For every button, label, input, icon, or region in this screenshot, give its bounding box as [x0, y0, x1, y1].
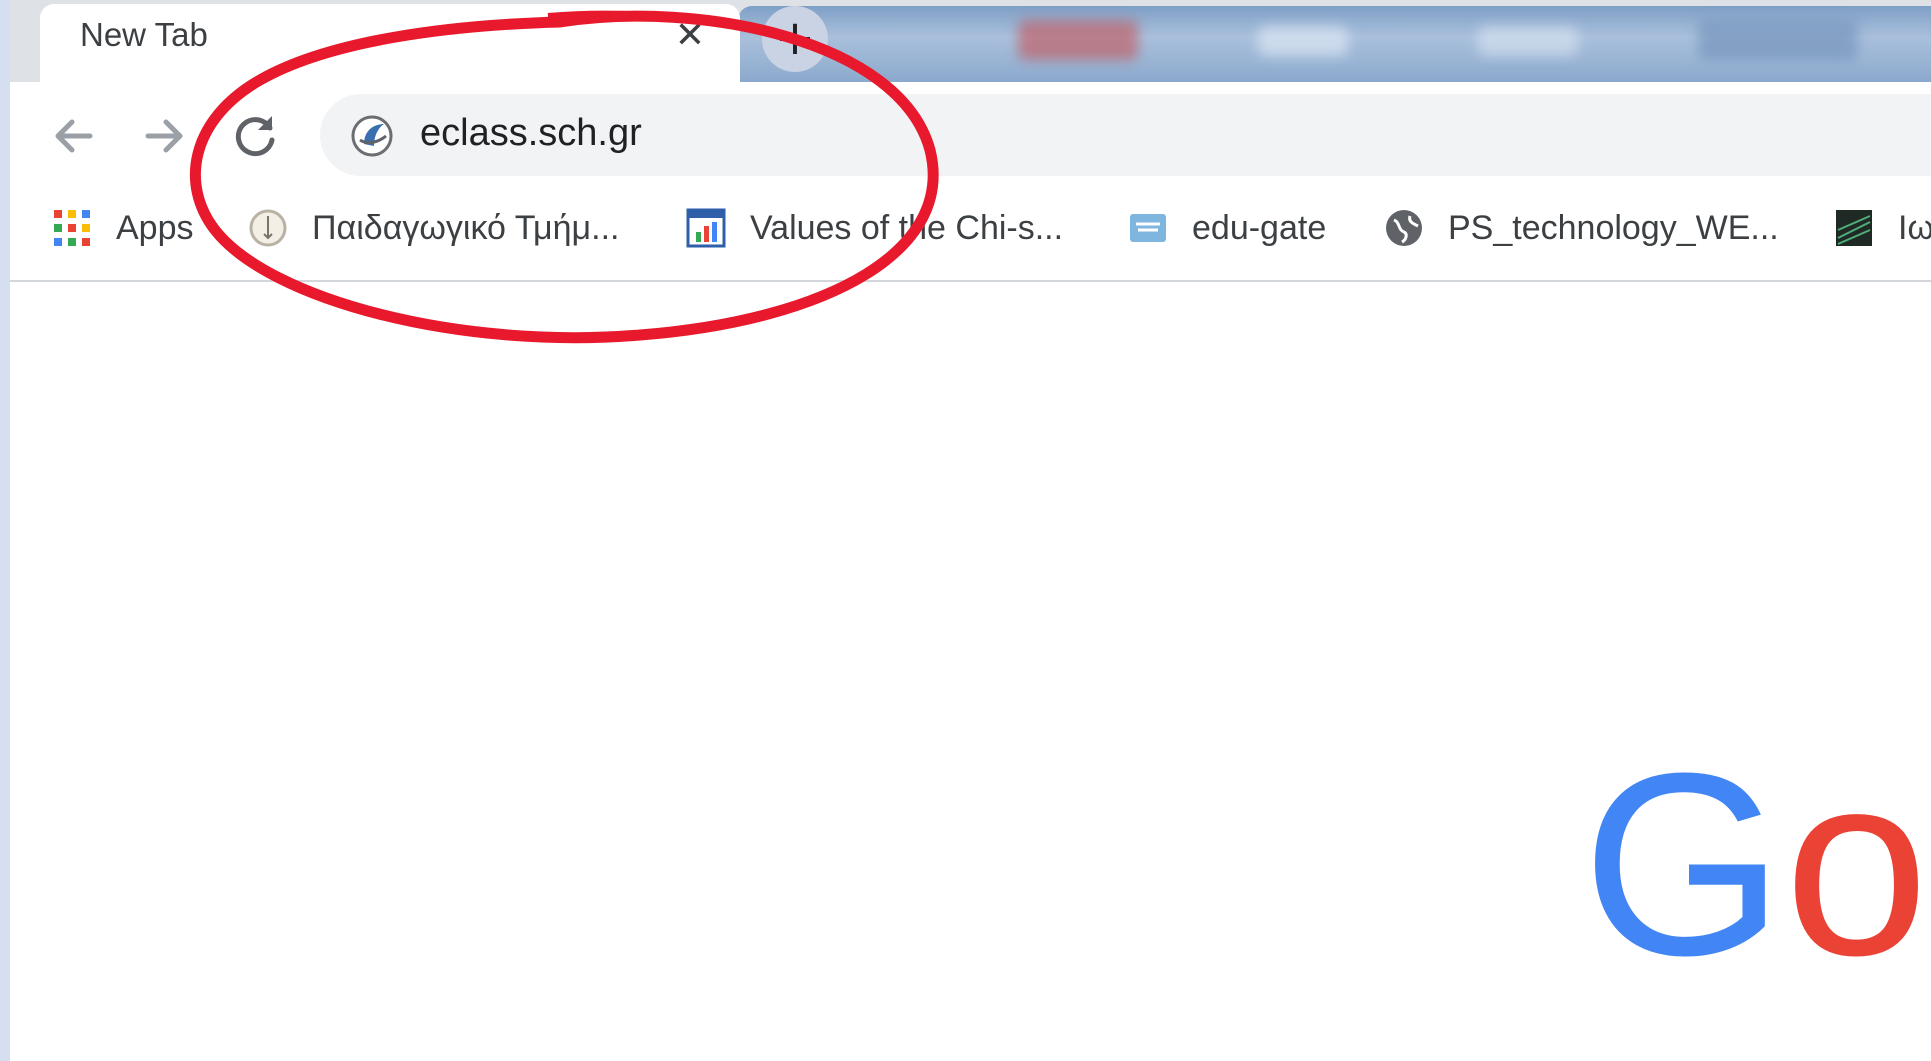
bookmark-label: Ιω — [1898, 208, 1931, 247]
back-arrow-icon — [55, 119, 93, 153]
eclass-favicon-icon — [351, 115, 393, 157]
bookmark-label: Apps — [116, 208, 194, 247]
address-bar[interactable]: eclass.sch.gr — [320, 94, 1931, 176]
google-logo-letter-o: o — [1784, 720, 1929, 1010]
bookmark-label: Values of the Chi-s... — [750, 208, 1064, 247]
university-seal-icon — [249, 209, 287, 247]
bookmark-label: PS_technology_WE... — [1448, 208, 1779, 247]
google-logo-letter-g: G — [1582, 720, 1785, 1010]
bookmark-label: edu-gate — [1192, 208, 1327, 247]
bookmark-apps[interactable]: Apps — [52, 196, 194, 260]
reload-button[interactable] — [228, 108, 284, 164]
forward-button[interactable] — [136, 108, 192, 164]
tab-title: New Tab — [80, 16, 208, 53]
tab-close-icon[interactable]: ✕ — [670, 16, 710, 56]
url-text: eclass.sch.gr — [420, 112, 642, 154]
bookmark-chi-square[interactable]: Values of the Chi-s... — [686, 196, 1063, 260]
bookmark-io[interactable]: Ιω — [1834, 196, 1931, 260]
bookmark-label: Παιδαγωγικό Τμήμ... — [312, 208, 620, 247]
bookmark-edu-gate[interactable]: edu-gate — [1128, 196, 1326, 260]
forward-arrow-icon — [145, 119, 183, 153]
spreadsheet-chart-icon — [686, 208, 726, 248]
bookmark-paidagogiko[interactable]: Παιδαγωγικό Τμήμ... — [248, 196, 619, 260]
google-logo: Go — [1582, 735, 1929, 995]
edu-gate-icon — [1130, 214, 1166, 242]
apps-grid-icon — [54, 210, 90, 246]
bookmark-ps-technology[interactable]: PS_technology_WE... — [1384, 196, 1779, 260]
tab-strip: New Tab ✕ + — [10, 0, 1931, 90]
blurred-window-area — [738, 6, 1931, 84]
new-tab-button[interactable]: + — [762, 6, 828, 72]
bookmarks-bar: Apps Παιδαγωγικό Τμήμ... Values of the C… — [10, 196, 1931, 276]
back-button[interactable] — [46, 108, 102, 164]
window-edge — [0, 0, 10, 1061]
reload-icon — [235, 116, 275, 157]
globe-icon — [1386, 210, 1422, 246]
dark-image-icon — [1836, 210, 1872, 246]
tab-new-tab[interactable]: New Tab ✕ — [40, 4, 740, 90]
